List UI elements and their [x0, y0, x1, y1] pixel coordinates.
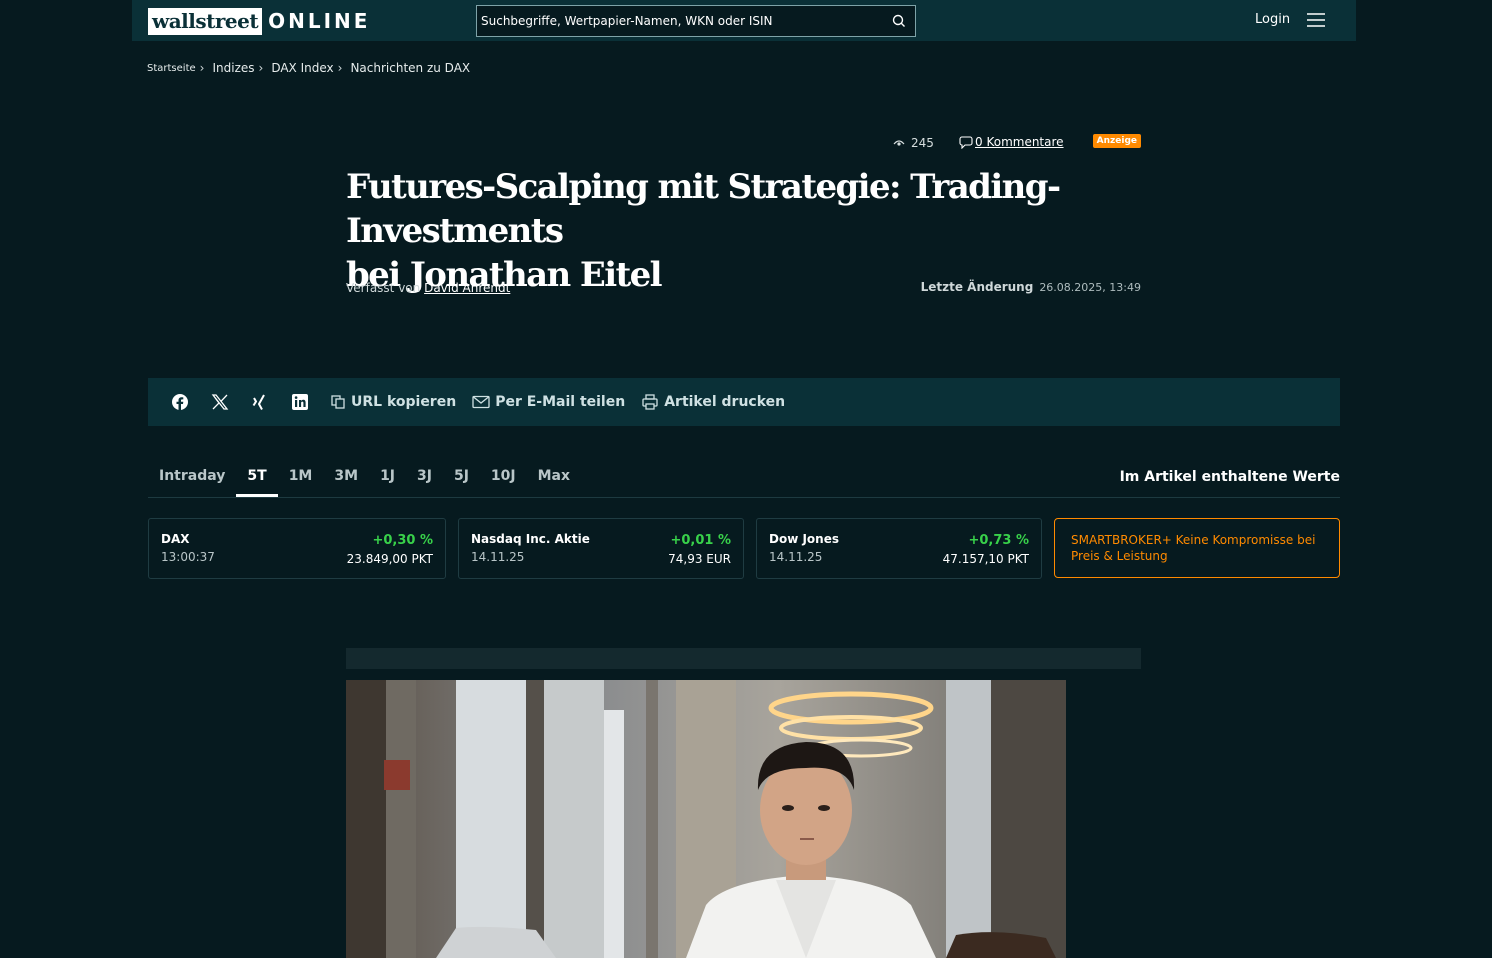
breadcrumb-startseite[interactable]: Startseite [147, 63, 196, 74]
author-line: Verfasst von David Ahrendt [346, 281, 510, 295]
logo-wallstreet: wallstreet [148, 7, 263, 35]
quote-time: 13:00:37 [161, 550, 215, 564]
smartbroker-promo[interactable]: SMARTBROKER+ Keine Kompromisse bei Preis… [1054, 518, 1340, 578]
quote-name: Dow Jones [769, 532, 840, 546]
article-meta: 245 0 Kommentare Anzeige [890, 134, 1141, 154]
copy-icon [331, 395, 345, 409]
copy-url-label: URL kopieren [351, 394, 457, 410]
tab-intraday[interactable]: Intraday [148, 462, 236, 497]
quote-change: +0,01 % [670, 533, 731, 548]
comments-label[interactable]: 0 Kommentare [975, 135, 1064, 149]
quote-time: 14.11.25 [471, 550, 525, 564]
article-photo [346, 680, 1066, 958]
share-bar: URL kopieren Per E-Mail teilen Artikel d… [148, 378, 1340, 426]
chevron-right-icon: › [199, 61, 205, 75]
quote-card-nasdaq[interactable]: Nasdaq Inc. Aktie 14.11.25 +0,01 % 74,93… [458, 518, 744, 579]
search-input[interactable] [477, 6, 877, 36]
tabs-divider [148, 497, 1340, 498]
tab-3m[interactable]: 3M [323, 462, 369, 497]
tab-10j[interactable]: 10J [480, 462, 527, 497]
facebook-icon[interactable] [170, 392, 190, 412]
last-modified: Letzte Änderung 26.08.2025, 13:49 [921, 280, 1141, 294]
email-share-label: Per E-Mail teilen [495, 394, 626, 410]
xing-icon[interactable] [250, 392, 270, 412]
comment-icon [959, 136, 973, 149]
quote-name: DAX [161, 532, 190, 546]
tab-5j[interactable]: 5J [443, 462, 480, 497]
site-logo[interactable]: wallstreet ONLINE [148, 7, 370, 35]
printer-icon [642, 394, 658, 410]
print-label: Artikel drucken [664, 394, 786, 410]
chevron-right-icon: › [258, 61, 264, 75]
breadcrumb-indizes[interactable]: Indizes [212, 61, 254, 75]
comments-link[interactable]: 0 Kommentare [959, 135, 1064, 149]
search-box[interactable] [476, 5, 916, 37]
author-prefix: Verfasst von [346, 281, 421, 295]
quote-time: 14.11.25 [769, 550, 823, 564]
tab-1j[interactable]: 1J [369, 462, 406, 497]
x-icon[interactable] [210, 392, 230, 412]
hamburger-menu-icon[interactable] [1306, 12, 1326, 28]
quote-name: Nasdaq Inc. Aktie [471, 532, 590, 546]
copy-url-button[interactable]: URL kopieren [330, 394, 456, 410]
print-button[interactable]: Artikel drucken [641, 393, 785, 411]
article-title: Futures-Scalping mit Strategie: Trading-… [346, 165, 1146, 297]
breadcrumb-dax-index[interactable]: DAX Index [271, 61, 333, 75]
chevron-right-icon: › [337, 61, 343, 75]
breadcrumb-nachrichten[interactable]: Nachrichten zu DAX [350, 61, 470, 75]
email-share-button[interactable]: Per E-Mail teilen [472, 394, 625, 410]
mail-icon [472, 395, 490, 409]
tab-5t[interactable]: 5T [236, 462, 278, 497]
quote-card-dow-jones[interactable]: Dow Jones 14.11.25 +0,73 % 47.157,10 PKT [756, 518, 1042, 579]
quote-price: 74,93 EUR [668, 552, 731, 566]
article-title-line-1: Futures-Scalping mit Strategie: Trading-… [346, 167, 1061, 251]
top-navigation-bar: wallstreet ONLINE Login [132, 0, 1356, 41]
search-icon[interactable] [891, 13, 907, 29]
ad-badge: Anzeige [1092, 134, 1141, 148]
tab-max[interactable]: Max [527, 462, 581, 497]
last-modified-label: Letzte Änderung [920, 280, 1034, 294]
image-caption-bar [346, 648, 1141, 669]
quote-change: +0,30 % [372, 533, 433, 548]
views-count: 245 [911, 136, 934, 150]
quote-price: 23.849,00 PKT [346, 552, 433, 566]
tab-3j[interactable]: 3J [406, 462, 443, 497]
quote-change: +0,73 % [968, 533, 1029, 548]
time-range-tabs: Intraday 5T 1M 3M 1J 3J 5J 10J Max [148, 462, 581, 497]
breadcrumb: Startseite › Indizes › DAX Index › Nachrich… [147, 61, 474, 75]
last-modified-value: 26.08.2025, 13:49 [1039, 281, 1141, 294]
tab-1m[interactable]: 1M [278, 462, 324, 497]
author-link[interactable]: David Ahrendt [424, 281, 510, 295]
linkedin-icon[interactable] [290, 392, 310, 412]
quote-card-dax[interactable]: DAX 13:00:37 +0,30 % 23.849,00 PKT [148, 518, 446, 579]
quote-price: 47.157,10 PKT [942, 552, 1029, 566]
logo-online: ONLINE [268, 9, 371, 33]
login-link[interactable]: Login [1255, 12, 1290, 27]
included-values-title: Im Artikel enthaltene Werte [1119, 469, 1340, 485]
views-counter: 245 [893, 136, 934, 150]
eye-icon [893, 140, 905, 146]
